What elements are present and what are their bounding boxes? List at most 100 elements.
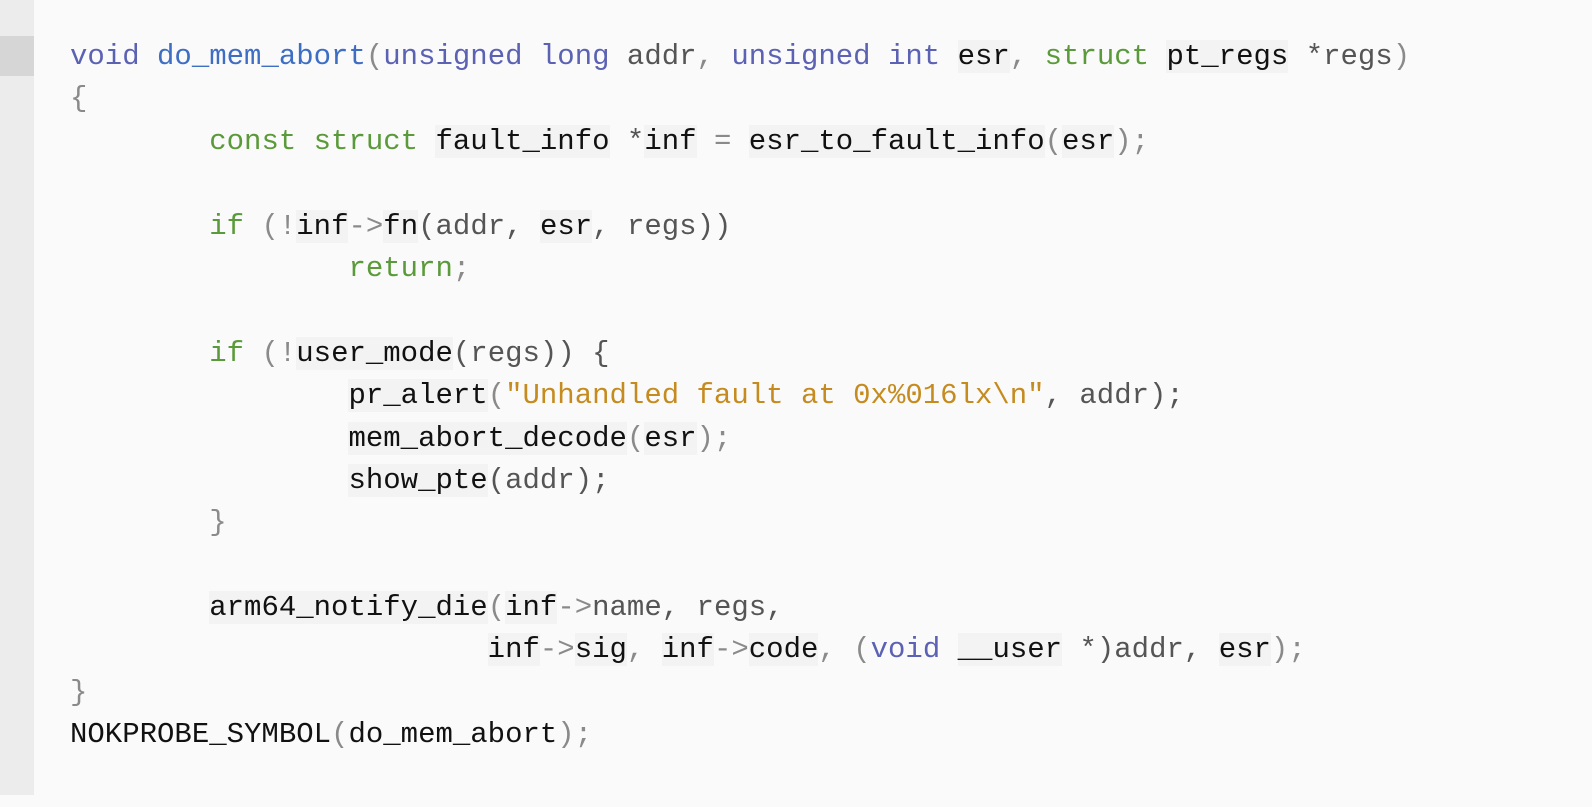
code-token: NOKPROBE_SYMBOL — [70, 718, 332, 752]
code-token: pr_alert — [348, 379, 488, 413]
code-token: ); — [1270, 633, 1306, 667]
code-token: const struct — [209, 124, 419, 158]
code-block[interactable]: void do_mem_abort(unsigned long addr, un… — [70, 36, 1410, 757]
code-token: fn — [383, 209, 419, 243]
code-token: ); — [557, 718, 593, 752]
code-token: code — [748, 633, 819, 667]
code-line: if (!inf->fn(addr, esr, regs)) — [70, 206, 1410, 248]
code-token: , — [1009, 40, 1045, 73]
code-token: __user — [957, 633, 1063, 667]
code-token: void — [870, 633, 941, 667]
code-token: } — [209, 506, 227, 540]
code-token: *regs — [1288, 40, 1393, 73]
code-token: inf — [505, 591, 558, 625]
code-token: arm64_notify_die — [209, 591, 488, 625]
code-token: user_mode — [296, 336, 453, 370]
code-token: ( — [487, 591, 506, 625]
code-token: -> — [713, 633, 749, 667]
code-token: esr — [1218, 633, 1271, 667]
code-token: -> — [557, 591, 593, 625]
code-token: ( — [365, 40, 384, 73]
code-token: if — [209, 336, 245, 370]
code-token: , — [696, 40, 732, 73]
code-line: const struct fault_info *inf = esr_to_fa… — [70, 121, 1410, 163]
code-token: *)addr, — [1062, 633, 1219, 667]
code-token: ); — [1114, 124, 1150, 158]
code-token: return — [348, 251, 453, 285]
code-line: arm64_notify_die(inf->name, regs, — [70, 587, 1410, 629]
code-token: (! — [244, 336, 297, 370]
code-token: inf — [296, 209, 349, 243]
code-token: -> — [348, 209, 384, 243]
code-line: } — [70, 502, 1410, 544]
code-token: mem_abort_decode — [348, 421, 627, 455]
code-token: ) — [1392, 40, 1411, 73]
code-token: inf — [661, 633, 714, 667]
code-token: = — [696, 124, 749, 158]
code-token: (regs)) { — [452, 336, 610, 370]
code-line: pr_alert("Unhandled fault at 0x%016lx\n"… — [70, 375, 1410, 417]
code-line: { — [70, 78, 1410, 120]
code-token: unsigned long — [383, 40, 610, 73]
code-token: ( — [331, 718, 349, 752]
code-token: struct — [1044, 40, 1150, 73]
code-token: (! — [244, 209, 297, 243]
code-token: -> — [539, 633, 575, 667]
current-line-marker — [0, 36, 34, 76]
code-token: ( — [626, 421, 645, 455]
code-token: inf — [487, 633, 540, 667]
code-token: , — [626, 633, 662, 667]
code-line: void do_mem_abort(unsigned long addr, un… — [70, 36, 1410, 78]
code-token: show_pte — [348, 463, 488, 497]
code-token: "Unhandled fault at 0x%016lx\n" — [505, 379, 1045, 413]
code-token: esr — [644, 421, 697, 455]
code-token: { — [70, 82, 88, 116]
code-token: , ( — [818, 633, 871, 667]
code-line: } — [70, 672, 1410, 714]
code-line: inf->sig, inf->code, (void __user *)addr… — [70, 629, 1410, 671]
code-token: , addr); — [1044, 379, 1184, 413]
code-token: esr — [957, 40, 1010, 73]
code-line: NOKPROBE_SYMBOL(do_mem_abort); — [70, 714, 1410, 756]
code-token: addr — [609, 40, 697, 73]
code-line: return; — [70, 248, 1410, 290]
code-line: if (!user_mode(regs)) { — [70, 333, 1410, 375]
code-token: ; — [452, 251, 471, 285]
code-token: } — [70, 675, 88, 709]
code-area[interactable]: void do_mem_abort(unsigned long addr, un… — [34, 0, 1592, 795]
code-token: * — [609, 124, 645, 158]
code-token: esr — [539, 209, 593, 243]
code-line: mem_abort_decode(esr); — [70, 418, 1410, 460]
line-gutter — [0, 0, 34, 795]
code-token: esr_to_fault_info — [748, 124, 1045, 158]
code-token: (addr); — [487, 463, 610, 497]
code-token: (addr, — [418, 209, 540, 243]
code-token: inf — [644, 124, 697, 158]
code-viewer: void do_mem_abort(unsigned long addr, un… — [0, 0, 1592, 807]
code-token: , regs)) — [592, 209, 732, 243]
code-token: void — [70, 40, 140, 73]
code-token: ); — [696, 421, 732, 455]
code-token: do_mem_abort — [157, 40, 366, 73]
code-token: esr — [1062, 124, 1115, 158]
code-token: unsigned int — [731, 40, 941, 73]
code-token: do_mem_abort — [348, 718, 558, 752]
code-token: pt_regs — [1166, 40, 1289, 73]
code-token: fault_info — [435, 124, 610, 158]
